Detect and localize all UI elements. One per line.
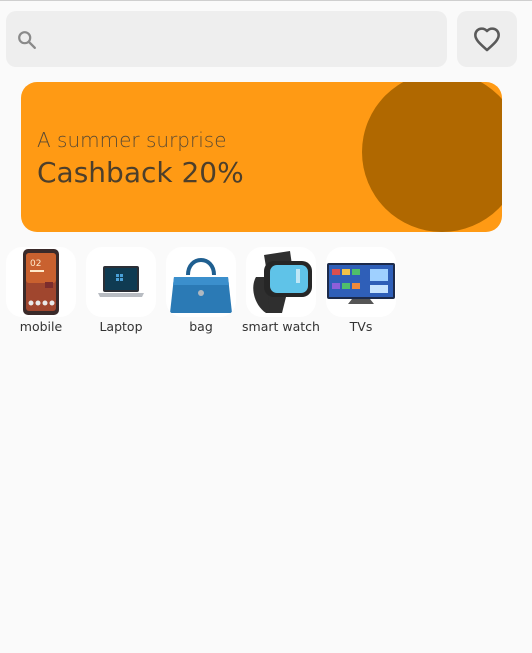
banner-subtitle: A summer surprise: [37, 128, 227, 152]
heart-outline-icon: [474, 27, 500, 52]
laptop-icon: [98, 266, 144, 297]
search-input[interactable]: [46, 11, 441, 67]
category-label: TVs: [349, 319, 373, 334]
banner-title: Cashback 20%: [37, 156, 244, 189]
category-list: 02 mobile Laptop bag smart watch TVs: [6, 247, 406, 337]
banner-decoration-circle: [362, 82, 502, 232]
category-thumb: [246, 247, 316, 317]
smart-watch-icon: [253, 251, 312, 313]
category-thumb: [166, 247, 236, 317]
top-divider: [0, 0, 532, 1]
search-bar[interactable]: [6, 11, 447, 67]
tv-icon: [327, 263, 395, 304]
category-thumb: [326, 247, 396, 317]
handbag-icon: [170, 258, 232, 313]
svg-text:02: 02: [30, 259, 41, 269]
mobile-phone-icon: 02: [23, 249, 59, 315]
promo-banner[interactable]: A summer surprise Cashback 20%: [21, 82, 502, 232]
category-tvs[interactable]: TVs: [326, 247, 396, 337]
favorites-button[interactable]: [457, 11, 517, 67]
category-thumb: [86, 247, 156, 317]
search-icon: [18, 31, 36, 49]
category-thumb: 02: [6, 247, 76, 317]
